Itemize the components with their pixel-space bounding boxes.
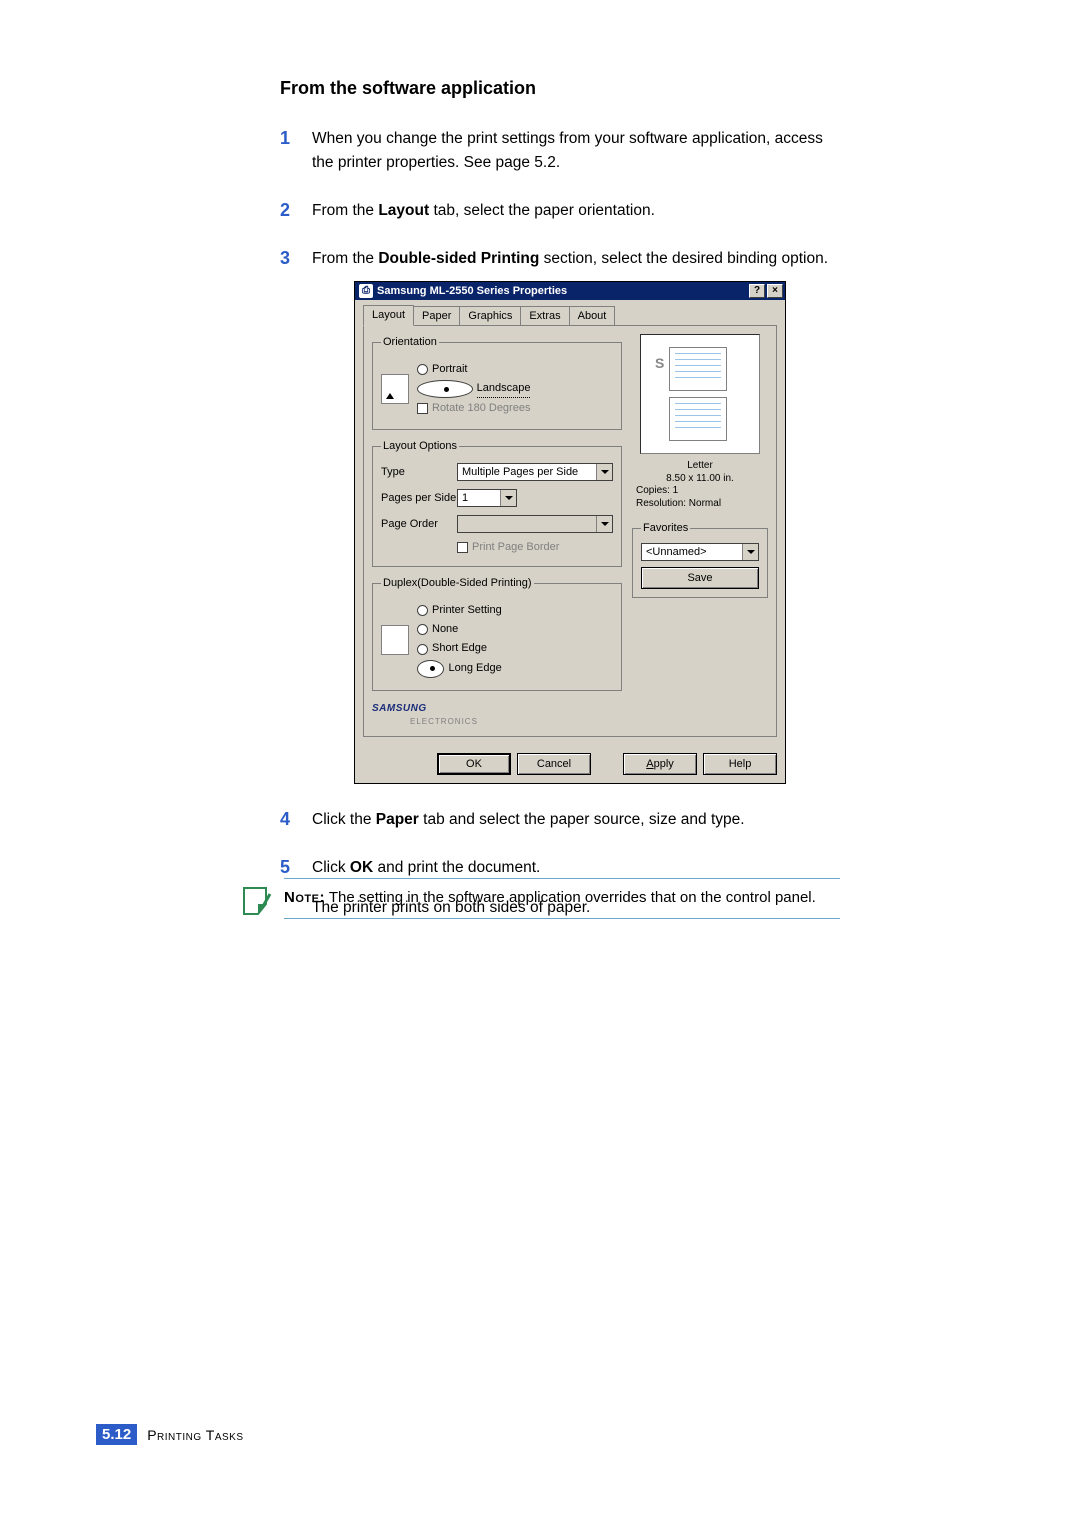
radio-short-edge[interactable] <box>417 644 428 655</box>
chevron-down-icon[interactable] <box>742 544 758 560</box>
type-select[interactable]: Multiple Pages per Side <box>457 463 613 481</box>
radio-printer-setting[interactable] <box>417 605 428 616</box>
note-icon <box>240 884 276 920</box>
type-label: Type <box>381 464 457 481</box>
duplex-icon <box>381 625 409 655</box>
help-button-icon[interactable]: ? <box>749 284 765 298</box>
page-footer: 5.12 Printing Tasks <box>96 1424 244 1445</box>
favorites-select[interactable]: <Unnamed> <box>641 543 759 561</box>
printer-icon: ⎙ <box>359 284 373 298</box>
check-rotate180[interactable] <box>417 403 428 414</box>
footer-label: Printing Tasks <box>147 1427 243 1443</box>
dialog-titlebar: ⎙ Samsung ML-2550 Series Properties ? × <box>355 282 785 300</box>
printer-setting-label: Printer Setting <box>432 602 502 619</box>
step-4-text: Click the Paper tab and select the paper… <box>312 811 745 828</box>
save-button[interactable]: Save <box>641 567 759 589</box>
landscape-label: Landscape <box>477 380 531 398</box>
layout-options-legend: Layout Options <box>381 438 459 455</box>
layout-options-group: Layout Options Type Multiple Pages per S… <box>372 438 622 567</box>
ok-button[interactable]: OK <box>437 753 511 775</box>
orientation-legend: Orientation <box>381 334 439 351</box>
favorites-legend: Favorites <box>641 520 690 537</box>
page-number-chip: 5.12 <box>96 1424 137 1445</box>
tab-graphics[interactable]: Graphics <box>459 306 521 326</box>
printer-properties-dialog: ⎙ Samsung ML-2550 Series Properties ? × … <box>354 281 786 784</box>
orientation-icon <box>381 374 409 404</box>
chevron-down-icon[interactable] <box>500 490 516 506</box>
radio-portrait[interactable] <box>417 364 428 375</box>
close-icon[interactable]: × <box>767 284 783 298</box>
long-edge-label: Long Edge <box>448 660 501 677</box>
step-number: 3 <box>280 245 290 273</box>
step-number: 1 <box>280 125 290 153</box>
chevron-down-icon <box>596 516 612 532</box>
step-5-text: Click OK and print the document. <box>312 859 540 876</box>
duplex-legend: Duplex(Double-Sided Printing) <box>381 575 534 592</box>
tab-paper[interactable]: Paper <box>413 306 460 326</box>
page-order-select <box>457 515 613 533</box>
pages-per-side-select[interactable]: 1 <box>457 489 517 507</box>
chevron-down-icon[interactable] <box>596 464 612 480</box>
pages-per-side-label: Pages per Side <box>381 490 457 507</box>
cancel-button[interactable]: Cancel <box>517 753 591 775</box>
favorites-group: Favorites <Unnamed> Save <box>632 520 768 598</box>
preview-pane: S <box>640 334 760 454</box>
step-number: 2 <box>280 197 290 225</box>
apply-button[interactable]: Apply <box>623 753 697 775</box>
tab-strip: Layout Paper Graphics Extras About <box>363 306 777 326</box>
print-border-label: Print Page Border <box>472 539 559 556</box>
rotate180-label: Rotate 180 Degrees <box>432 400 530 417</box>
preview-info: Letter 8.50 x 11.00 in. Copies: 1 Resolu… <box>632 460 768 510</box>
section-title: From the software application <box>280 78 840 99</box>
step-number: 4 <box>280 806 290 834</box>
step-3-text: From the Double-sided Printing section, … <box>312 250 828 267</box>
radio-none[interactable] <box>417 624 428 635</box>
tab-about[interactable]: About <box>569 306 616 326</box>
dialog-title: Samsung ML-2550 Series Properties <box>377 283 567 300</box>
radio-landscape[interactable] <box>417 380 473 398</box>
note-block: Note: The setting in the software applic… <box>284 878 840 919</box>
none-label: None <box>432 621 458 638</box>
page-order-label: Page Order <box>381 516 457 533</box>
note-text: The setting in the software application … <box>325 889 816 906</box>
tab-layout[interactable]: Layout <box>363 305 414 326</box>
portrait-label: Portrait <box>432 361 467 378</box>
orientation-group: Orientation Portrait Landscape Rotate 18… <box>372 334 622 430</box>
help-button[interactable]: Help <box>703 753 777 775</box>
check-print-border <box>457 542 468 553</box>
tab-extras[interactable]: Extras <box>520 306 569 326</box>
duplex-group: Duplex(Double-Sided Printing) Printer Se… <box>372 575 622 690</box>
step-2-text: From the Layout tab, select the paper or… <box>312 202 655 219</box>
note-label: Note: <box>284 889 325 906</box>
step-1-text: When you change the print settings from … <box>312 130 823 171</box>
radio-long-edge[interactable] <box>417 660 444 678</box>
brand-logo: SAMSUNG ELECTRONICS <box>372 701 622 729</box>
short-edge-label: Short Edge <box>432 640 487 657</box>
